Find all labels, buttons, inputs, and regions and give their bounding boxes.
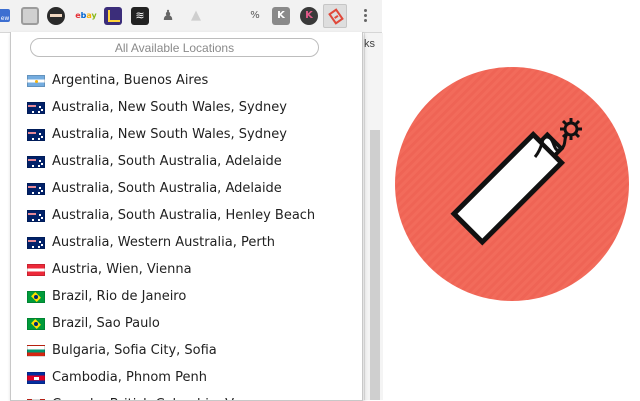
person-icon[interactable]: ♟: [159, 7, 177, 25]
location-label: Canada, British Columbia, Vancouver: [52, 397, 294, 401]
dynamite-logo: [395, 67, 629, 301]
location-label: Australia, South Australia, Adelaide: [52, 154, 282, 169]
location-label: Brazil, Sao Paulo: [52, 316, 160, 331]
flag-ar-icon: [27, 75, 45, 87]
flag-kh-icon: [27, 372, 45, 384]
flag-au-icon: [27, 156, 45, 168]
location-item[interactable]: Australia, South Australia, Adelaide: [11, 175, 362, 202]
chart-icon[interactable]: [104, 7, 122, 25]
menu-dots-icon[interactable]: [360, 7, 370, 25]
location-label: Cambodia, Phnom Penh: [52, 370, 207, 385]
location-item[interactable]: Austria, Wien, Vienna: [11, 256, 362, 283]
location-item[interactable]: Brazil, Rio de Janeiro: [11, 283, 362, 310]
location-item[interactable]: Cambodia, Phnom Penh: [11, 364, 362, 391]
flag-au-icon: [27, 210, 45, 222]
window-icon[interactable]: [21, 7, 39, 25]
ninja-icon[interactable]: [47, 7, 65, 25]
dynamite-icon[interactable]: [323, 4, 347, 28]
k-circle-icon[interactable]: K: [300, 7, 318, 25]
page-scrollbar[interactable]: [370, 130, 380, 400]
location-item[interactable]: Australia, South Australia, Henley Beach: [11, 202, 362, 229]
location-label: Australia, South Australia, Henley Beach: [52, 208, 315, 223]
location-item[interactable]: Australia, South Australia, Adelaide: [11, 148, 362, 175]
stack-icon[interactable]: ≋: [131, 7, 149, 25]
location-label: Australia, New South Wales, Sydney: [52, 127, 287, 142]
percent-icon[interactable]: %: [246, 7, 264, 25]
location-label: Brazil, Rio de Janeiro: [52, 289, 186, 304]
dynamite-glyph: [328, 8, 344, 24]
location-item[interactable]: Brazil, Sao Paulo: [11, 310, 362, 337]
location-label: Austria, Wien, Vienna: [52, 262, 192, 277]
location-label: Australia, South Australia, Adelaide: [52, 181, 282, 196]
location-item[interactable]: Argentina, Buenos Aires: [11, 67, 362, 94]
location-label: Argentina, Buenos Aires: [52, 73, 208, 88]
location-label: Bulgaria, Sofia City, Sofia: [52, 343, 217, 358]
search-input[interactable]: [30, 38, 319, 57]
location-label: Australia, New South Wales, Sydney: [52, 100, 287, 115]
page-partial-text: ks: [364, 38, 375, 50]
triangle-icon[interactable]: ▲: [187, 7, 205, 25]
flag-au-icon: [27, 129, 45, 141]
location-list: Argentina, Buenos Aires Australia, New So…: [11, 67, 362, 401]
ebay-icon[interactable]: ebay: [74, 7, 98, 25]
location-item[interactable]: Australia, New South Wales, Sydney: [11, 94, 362, 121]
flag-au-icon: [27, 183, 45, 195]
flag-at-icon: [27, 264, 45, 276]
flag-au-icon: [27, 237, 45, 249]
location-item[interactable]: Australia, Western Australia, Perth: [11, 229, 362, 256]
locations-popup: Argentina, Buenos Aires Australia, New So…: [10, 32, 363, 401]
flag-br-icon: [27, 291, 45, 303]
flag-au-icon: [27, 102, 45, 114]
browser-toolbar: ew ebay ≋ ♟ ▲ % K K: [0, 0, 382, 33]
location-item[interactable]: Bulgaria, Sofia City, Sofia: [11, 337, 362, 364]
k-icon[interactable]: K: [272, 7, 290, 25]
location-label: Australia, Western Australia, Perth: [52, 235, 275, 250]
new-badge-icon[interactable]: ew: [0, 9, 10, 22]
location-item[interactable]: Australia, New South Wales, Sydney: [11, 121, 362, 148]
flag-bg-icon: [27, 345, 45, 357]
flag-br-icon: [27, 318, 45, 330]
